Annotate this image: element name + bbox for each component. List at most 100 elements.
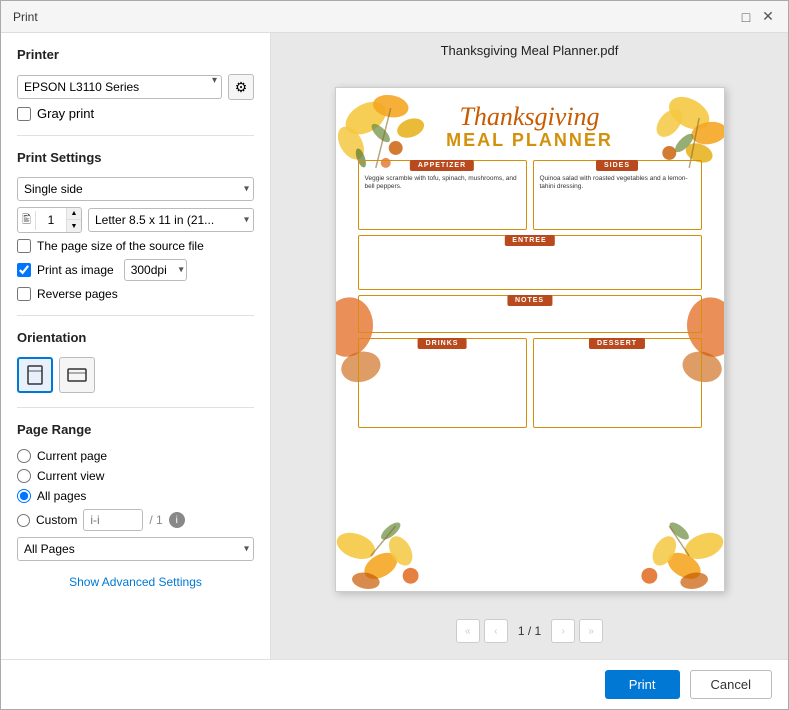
current-page-radio[interactable] bbox=[17, 449, 31, 463]
preview-title: Thanksgiving Meal Planner.pdf bbox=[441, 43, 619, 58]
dialog-footer: Print Cancel bbox=[1, 659, 788, 709]
landscape-icon bbox=[66, 364, 88, 386]
close-button[interactable]: ✕ bbox=[760, 9, 776, 25]
dessert-label: DESSERT bbox=[589, 338, 645, 349]
orientation-buttons bbox=[17, 357, 254, 393]
custom-input[interactable] bbox=[83, 509, 143, 531]
current-view-label: Current view bbox=[37, 469, 104, 483]
printer-select-wrapper: EPSON L3110 Series ▾ bbox=[17, 75, 222, 99]
pages-filter-select[interactable]: All Pages bbox=[17, 537, 254, 561]
current-view-radio[interactable] bbox=[17, 469, 31, 483]
next-page-button[interactable]: › bbox=[551, 619, 575, 643]
paper-size-select[interactable]: Letter 8.5 x 11 in (21... bbox=[88, 208, 254, 232]
title-bar: Print □ ✕ bbox=[1, 1, 788, 33]
all-pages-radio[interactable] bbox=[17, 489, 31, 503]
dpi-select-wrapper: 300dpi ▾ bbox=[124, 259, 187, 281]
print-button[interactable]: Print bbox=[605, 670, 680, 699]
entree-box: ENTREE bbox=[358, 235, 702, 290]
landscape-button[interactable] bbox=[59, 357, 95, 393]
meal-grid: APPETIZER Veggie scramble with tofu, spi… bbox=[344, 156, 716, 432]
side-select[interactable]: Single side bbox=[17, 177, 254, 201]
copies-arrows: ▲ ▼ bbox=[66, 207, 81, 233]
pdf-preview: Thanksgiving MEAL PLANNER APPETIZER Vegg… bbox=[335, 87, 725, 592]
orientation-label: Orientation bbox=[17, 330, 254, 345]
current-page-label: Current page bbox=[37, 449, 107, 463]
print-as-image-row: Print as image 300dpi ▾ bbox=[17, 259, 254, 281]
copies-input[interactable] bbox=[36, 211, 66, 229]
advanced-settings-link[interactable]: Show Advanced Settings bbox=[69, 575, 202, 589]
copies-up-button[interactable]: ▲ bbox=[67, 207, 81, 220]
printer-settings-button[interactable]: ⚙ bbox=[228, 74, 254, 100]
drinks-label: DRINKS bbox=[418, 338, 467, 349]
reverse-pages-checkbox[interactable] bbox=[17, 287, 31, 301]
custom-label: Custom bbox=[36, 513, 77, 527]
all-pages-label: All pages bbox=[37, 489, 86, 503]
preview-area: Thanksgiving MEAL PLANNER APPETIZER Vegg… bbox=[281, 66, 778, 613]
pdf-content-inner: Thanksgiving MEAL PLANNER APPETIZER Vegg… bbox=[344, 96, 716, 583]
copies-paper-row: 🖺 ▲ ▼ Letter 8.5 x 11 in (21... ▾ bbox=[17, 207, 254, 233]
paper-size-wrapper: Letter 8.5 x 11 in (21... ▾ bbox=[88, 208, 254, 232]
portrait-button[interactable] bbox=[17, 357, 53, 393]
right-panel: Thanksgiving Meal Planner.pdf bbox=[271, 33, 788, 659]
printer-row: EPSON L3110 Series ▾ ⚙ bbox=[17, 74, 254, 100]
side-select-wrapper: Single side ▾ bbox=[17, 177, 254, 201]
notes-box: NOTES bbox=[358, 295, 702, 333]
current-view-row: Current view bbox=[17, 469, 254, 483]
sides-label: SIDES bbox=[596, 160, 638, 171]
reverse-pages-label: Reverse pages bbox=[37, 287, 118, 301]
divider-2 bbox=[17, 315, 254, 316]
print-settings-section: Print Settings Single side ▾ 🖺 ▲ bbox=[17, 150, 254, 301]
divider-1 bbox=[17, 135, 254, 136]
entree-row: ENTREE bbox=[358, 235, 702, 290]
dpi-select[interactable]: 300dpi bbox=[124, 259, 187, 281]
notes-row: NOTES bbox=[358, 295, 702, 333]
gray-print-row: Gray print bbox=[17, 106, 254, 121]
pdf-title-area: Thanksgiving MEAL PLANNER bbox=[344, 96, 716, 156]
printer-label: Printer bbox=[17, 47, 254, 62]
dialog-title: Print bbox=[13, 10, 38, 24]
info-icon[interactable]: i bbox=[169, 512, 185, 528]
gray-print-checkbox[interactable] bbox=[17, 107, 31, 121]
page-size-checkbox-row: The page size of the source file bbox=[17, 239, 254, 253]
appetizer-label: APPETIZER bbox=[410, 160, 474, 171]
appetizer-box: APPETIZER Veggie scramble with tofu, spi… bbox=[358, 160, 527, 230]
drinks-box: DRINKS bbox=[358, 338, 527, 428]
orientation-section: Orientation bbox=[17, 330, 254, 393]
print-as-image-checkbox[interactable] bbox=[17, 263, 31, 277]
pdf-title-block: MEAL PLANNER bbox=[344, 130, 716, 152]
nav-bar: « ‹ 1 / 1 › » bbox=[456, 613, 603, 649]
page-range-label: Page Range bbox=[17, 422, 254, 437]
page-total-label: / 1 bbox=[149, 513, 162, 527]
notes-label: NOTES bbox=[507, 295, 552, 306]
custom-range-row: Custom / 1 i bbox=[17, 509, 254, 531]
copies-icon: 🖺 bbox=[18, 211, 36, 230]
drinks-dessert-row: DRINKS DESSERT bbox=[358, 338, 702, 428]
custom-radio[interactable] bbox=[17, 514, 30, 527]
minimize-button[interactable]: □ bbox=[738, 9, 754, 25]
page-size-label: The page size of the source file bbox=[37, 239, 204, 253]
gray-print-label: Gray print bbox=[37, 106, 94, 121]
pages-filter-wrapper: All Pages ▾ bbox=[17, 537, 254, 561]
prev-page-button[interactable]: ‹ bbox=[484, 619, 508, 643]
print-as-image-label: Print as image bbox=[37, 263, 114, 277]
print-settings-label: Print Settings bbox=[17, 150, 254, 165]
reverse-pages-row: Reverse pages bbox=[17, 287, 254, 301]
page-size-checkbox[interactable] bbox=[17, 239, 31, 253]
copies-down-button[interactable]: ▼ bbox=[67, 220, 81, 233]
title-bar-buttons: □ ✕ bbox=[738, 9, 776, 25]
printer-select[interactable]: EPSON L3110 Series bbox=[17, 75, 222, 99]
gear-icon: ⚙ bbox=[235, 79, 248, 96]
portrait-icon bbox=[24, 364, 46, 386]
entree-label: ENTREE bbox=[504, 235, 554, 246]
first-page-button[interactable]: « bbox=[456, 619, 480, 643]
all-pages-row: All pages bbox=[17, 489, 254, 503]
page-indicator: 1 / 1 bbox=[512, 624, 547, 638]
pdf-title-script: Thanksgiving bbox=[344, 104, 716, 130]
left-panel: Printer EPSON L3110 Series ▾ ⚙ Gray prin… bbox=[1, 33, 271, 659]
cancel-button[interactable]: Cancel bbox=[690, 670, 772, 699]
print-dialog: Print □ ✕ Printer EPSON L3110 Series ▾ bbox=[0, 0, 789, 710]
dessert-box: DESSERT bbox=[533, 338, 702, 428]
divider-3 bbox=[17, 407, 254, 408]
dialog-body: Printer EPSON L3110 Series ▾ ⚙ Gray prin… bbox=[1, 33, 788, 659]
last-page-button[interactable]: » bbox=[579, 619, 603, 643]
